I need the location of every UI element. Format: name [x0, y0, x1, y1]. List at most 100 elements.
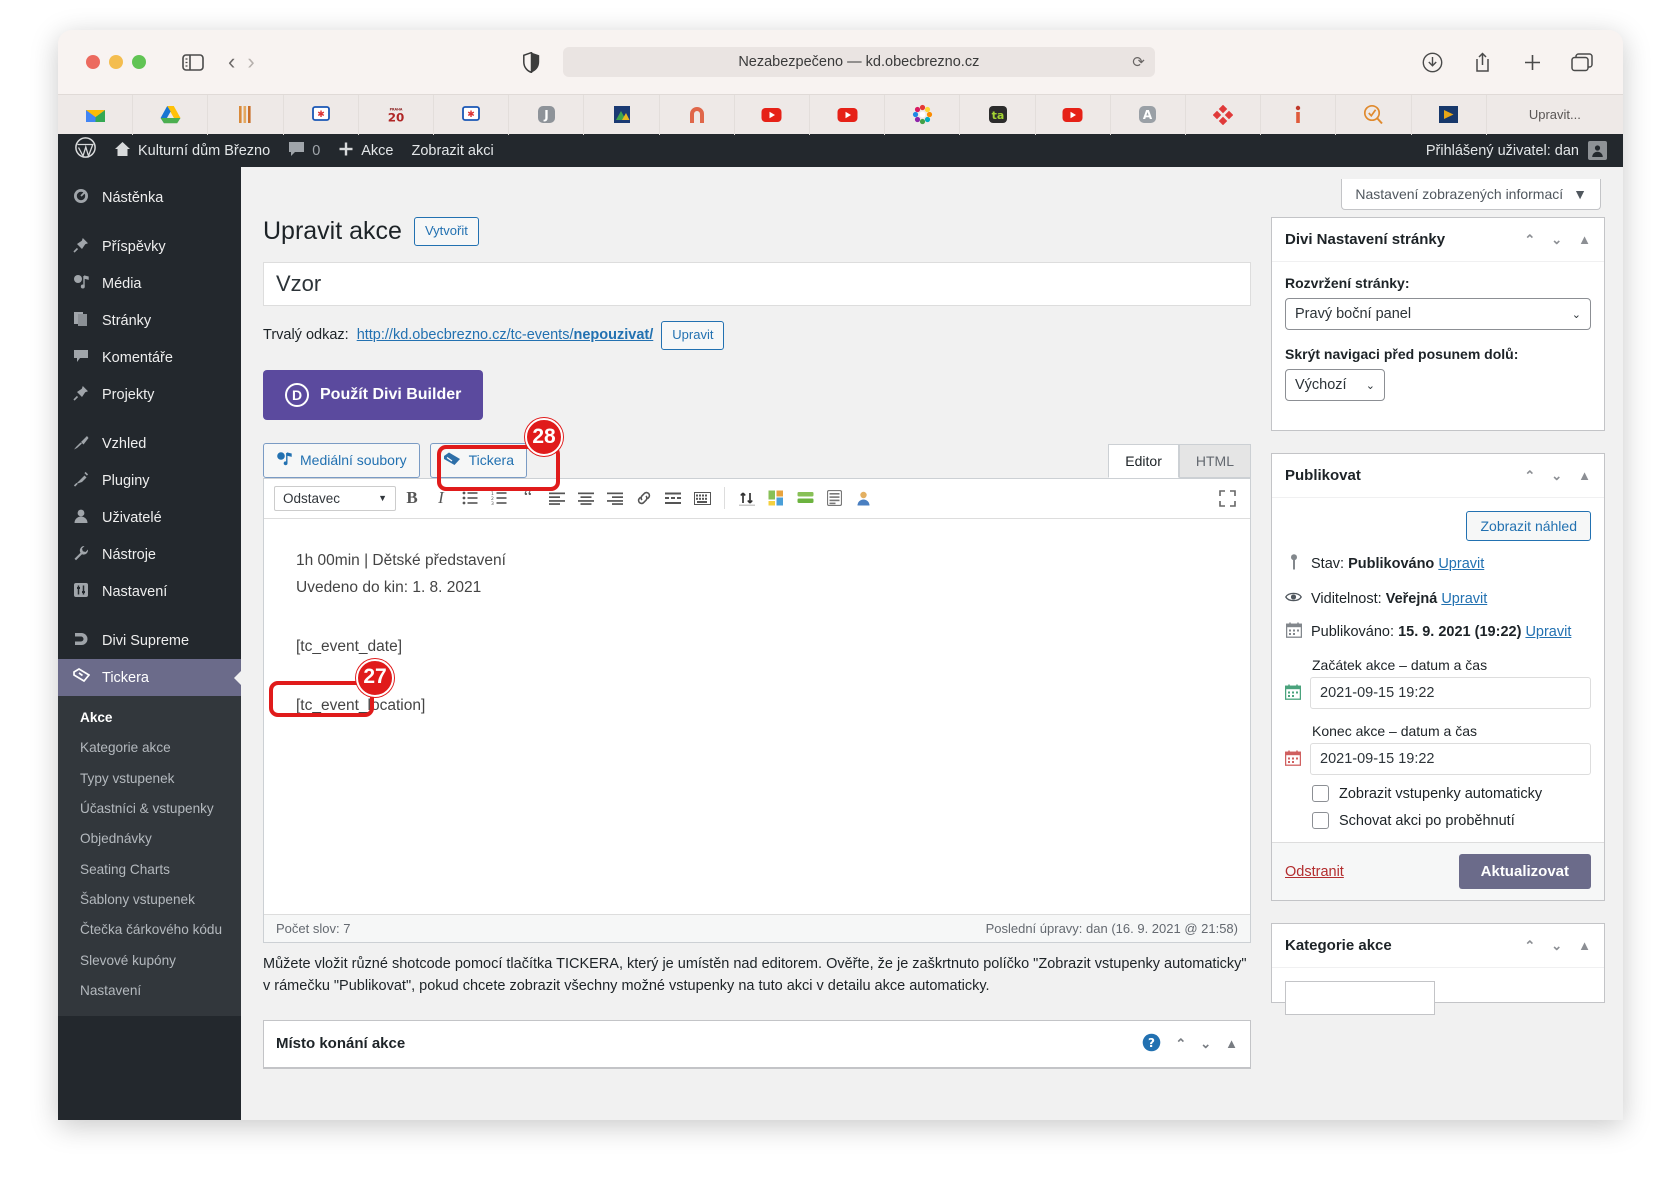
bookmark-photos[interactable]: [584, 94, 660, 135]
close-window-button[interactable]: [86, 55, 100, 69]
move-down-icon[interactable]: ⌄: [1551, 938, 1562, 954]
screen-options-button[interactable]: Nastavení zobrazených informací ▼: [1341, 179, 1601, 210]
maximize-window-button[interactable]: [132, 55, 146, 69]
site-name-menu[interactable]: Kulturní dům Březno: [105, 134, 279, 167]
event-end-input[interactable]: 2021-09-15 19:22: [1310, 743, 1591, 776]
bookmark-ta-app[interactable]: ta: [960, 94, 1036, 135]
move-up-icon[interactable]: ⌃: [1524, 468, 1535, 484]
sidebar-item-tickera[interactable]: Tickera: [58, 659, 241, 696]
comments-menu[interactable]: 0: [279, 134, 329, 167]
edit-published-link[interactable]: Upravit: [1525, 624, 1571, 640]
bookmark-a-app[interactable]: A: [1111, 94, 1187, 135]
venue-metabox-header[interactable]: Místo konání akce ? ⌃ ⌄ ▲: [264, 1021, 1250, 1068]
toggle-panel-icon[interactable]: ▲: [1225, 1036, 1238, 1051]
sidebar-item-tools[interactable]: Nástroje: [58, 536, 241, 573]
new-content-menu[interactable]: Akce: [329, 134, 402, 167]
submenu-item-kategorie-akce[interactable]: Kategorie akce: [58, 733, 241, 763]
sidebar-item-appearance[interactable]: Vzhled: [58, 425, 241, 462]
view-event-link[interactable]: Zobrazit akci: [403, 134, 503, 167]
account-menu[interactable]: Přihlášený uživatel: dan: [1426, 141, 1623, 160]
wp-logo-menu[interactable]: [66, 134, 105, 167]
bookmark-info-i[interactable]: [1261, 94, 1337, 135]
submenu-item-typy-vstupenek[interactable]: Typy vstupenek: [58, 764, 241, 794]
keyboard-icon[interactable]: [689, 485, 715, 511]
tab-overview-icon[interactable]: [1565, 45, 1599, 79]
shield-icon[interactable]: [515, 45, 549, 79]
hide-nav-select[interactable]: Výchozí ⌄: [1285, 369, 1385, 401]
use-divi-builder-button[interactable]: D Použít Divi Builder: [263, 369, 484, 420]
hide-event-checkbox[interactable]: [1312, 812, 1329, 830]
link-icon[interactable]: [631, 485, 657, 511]
move-up-icon[interactable]: ⌃: [1175, 1036, 1186, 1052]
submenu-item-ucastnici-vstupenky[interactable]: Účastníci & vstupenky: [58, 794, 241, 824]
sidebar-item-posts[interactable]: Příspěvky: [58, 228, 241, 265]
move-up-icon[interactable]: ⌃: [1524, 232, 1535, 248]
submenu-item-akce[interactable]: Akce: [58, 703, 241, 733]
submenu-item-slevove-kupony[interactable]: Slevové kupóny: [58, 946, 241, 976]
bookmark-red-diamond[interactable]: [1186, 94, 1262, 135]
sidebar-item-users[interactable]: Uživatelé: [58, 499, 241, 536]
share-icon[interactable]: [1465, 45, 1499, 79]
divi-modules-icon[interactable]: [763, 485, 789, 511]
categories-panel-header[interactable]: Kategorie akce ⌃ ⌄ ▲: [1272, 924, 1604, 969]
auto-tickets-checkbox[interactable]: [1312, 785, 1329, 803]
address-bar[interactable]: Nezabezpečeno — kd.obecbrezno.cz ⟳: [562, 47, 1155, 77]
toggle-panel-icon[interactable]: ▲: [1578, 468, 1591, 483]
read-more-icon[interactable]: [660, 485, 686, 511]
align-center-icon[interactable]: [573, 485, 599, 511]
submenu-item-sablony-vstupenek[interactable]: Šablony vstupenek: [58, 885, 241, 915]
submenu-item-seating-charts[interactable]: Seating Charts: [58, 855, 241, 885]
auto-tickets-row[interactable]: Zobrazit vstupenky automaticky: [1312, 785, 1591, 803]
plus-icon[interactable]: [1515, 45, 1549, 79]
bookmark-gmail[interactable]: [58, 94, 134, 135]
sidebar-item-media[interactable]: Média: [58, 265, 241, 302]
move-up-icon[interactable]: ⌃: [1524, 938, 1535, 954]
divi-layout-icon[interactable]: [821, 485, 847, 511]
sidebar-toggle-icon[interactable]: [176, 45, 210, 79]
sidebar-item-plugins[interactable]: Pluginy: [58, 462, 241, 499]
window-controls[interactable]: [86, 55, 146, 69]
bookmark-flower[interactable]: [885, 94, 961, 135]
move-down-icon[interactable]: ⌄: [1551, 232, 1562, 248]
move-down-icon[interactable]: ⌄: [1551, 468, 1562, 484]
update-button[interactable]: Aktualizovat: [1458, 854, 1591, 890]
page-layout-select[interactable]: Pravý boční panel ⌄: [1285, 298, 1591, 330]
event-start-input[interactable]: 2021-09-15 19:22: [1310, 677, 1591, 710]
move-down-icon[interactable]: ⌄: [1200, 1036, 1211, 1052]
submenu-item-nastaveni[interactable]: Nastavení: [58, 976, 241, 1006]
trash-link[interactable]: Odstranit: [1285, 864, 1344, 880]
add-media-button[interactable]: Mediální soubory: [263, 442, 420, 478]
sidebar-item-projects[interactable]: Projekty: [58, 376, 241, 413]
bookmark-arch[interactable]: [660, 94, 735, 135]
toolbar-toggle-icon[interactable]: [734, 485, 760, 511]
sidebar-item-dashboard[interactable]: Nástěnka: [58, 179, 241, 216]
divi-panel-header[interactable]: Divi Nastavení stránky ⌃ ⌄ ▲: [1272, 218, 1604, 262]
add-new-button[interactable]: Vytvořit: [413, 217, 479, 246]
post-title-input[interactable]: Vzor: [263, 262, 1251, 306]
bookmark-search-check[interactable]: [1336, 94, 1412, 135]
publish-panel-header[interactable]: Publikovat ⌃ ⌄ ▲: [1272, 454, 1604, 498]
bookmark-play-flag[interactable]: [1412, 94, 1487, 135]
preview-button[interactable]: Zobrazit náhled: [1466, 511, 1591, 541]
bookmark-j-app[interactable]: J: [509, 94, 585, 135]
toggle-panel-icon[interactable]: ▲: [1578, 232, 1591, 247]
bold-icon[interactable]: B: [399, 485, 425, 511]
edit-visibility-link[interactable]: Upravit: [1441, 591, 1487, 607]
divi-row-icon[interactable]: [792, 485, 818, 511]
editor-content-area[interactable]: 1h 00min | Dětské představení Uvedeno do…: [264, 519, 1250, 914]
permalink-link[interactable]: http://kd.obecbrezno.cz/tc-events/nepouz…: [357, 327, 654, 343]
fullscreen-icon[interactable]: [1214, 485, 1240, 511]
bookmark-ticket-blue[interactable]: ✱: [284, 94, 359, 135]
bookmark-google-drive[interactable]: [133, 94, 209, 135]
categories-tab-box[interactable]: [1285, 981, 1435, 1016]
align-right-icon[interactable]: [602, 485, 628, 511]
edit-status-link[interactable]: Upravit: [1438, 556, 1484, 572]
tab-editor[interactable]: Editor: [1108, 443, 1179, 478]
sidebar-item-settings[interactable]: Nastavení: [58, 573, 241, 610]
bookmark-youtube-2[interactable]: [810, 94, 886, 135]
divi-person-icon[interactable]: [850, 485, 876, 511]
download-icon[interactable]: [1415, 45, 1449, 79]
bookmark-youtube-3[interactable]: [1036, 94, 1111, 135]
sidebar-item-divi-supreme[interactable]: Divi Supreme: [58, 622, 241, 659]
hide-event-row[interactable]: Schovat akci po proběhnutí: [1312, 812, 1591, 830]
